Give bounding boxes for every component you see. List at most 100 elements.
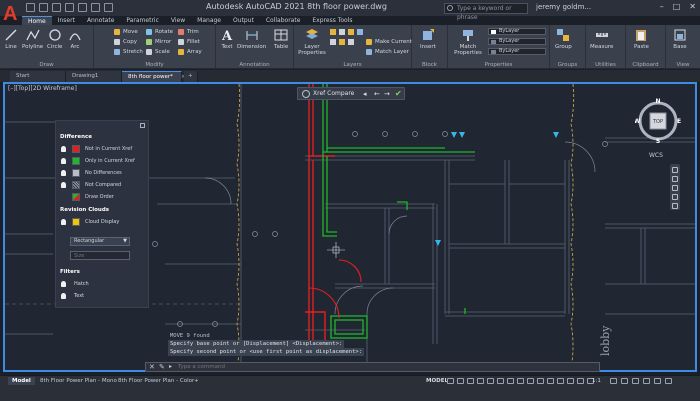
zoom-icon[interactable] (672, 176, 678, 182)
snap-icon[interactable] (457, 378, 464, 384)
lightbulb-icon[interactable] (61, 146, 66, 152)
color-swatch-yellow[interactable] (72, 218, 80, 226)
line-button[interactable]: Line (4, 28, 18, 50)
model-space-toggle[interactable]: MODEL (426, 378, 448, 384)
tab-annotate[interactable]: Annotate (81, 16, 120, 25)
group-button[interactable]: Group (555, 28, 572, 50)
paste-button[interactable]: Paste (634, 28, 649, 50)
redo-icon[interactable] (104, 3, 113, 12)
wrench-icon[interactable]: ✎ (159, 363, 165, 371)
grid-icon[interactable] (447, 378, 454, 384)
autocad-logo[interactable]: A (3, 3, 23, 25)
plus-icon[interactable] (621, 378, 628, 384)
save-as-icon[interactable] (65, 3, 74, 12)
search-input[interactable]: Type a keyword or phrase (444, 3, 528, 21)
lightbulb-icon[interactable] (61, 293, 66, 299)
base-button[interactable]: Base (673, 28, 687, 50)
draw-order-icon[interactable] (72, 193, 80, 201)
open-file-icon[interactable] (39, 3, 48, 12)
arrow-left-icon[interactable]: ← (374, 90, 380, 98)
viewport-controls-label[interactable]: [–][Top][2D Wireframe] (8, 85, 77, 92)
previous-change-icon[interactable]: ◂ (363, 90, 367, 98)
color-swatch-red[interactable] (72, 145, 80, 153)
dimension-button[interactable]: Dimension (237, 28, 266, 50)
pin-icon[interactable] (140, 123, 145, 128)
lineweight-icon[interactable] (517, 378, 524, 384)
auto-scale-icon[interactable] (557, 378, 564, 384)
tab-collaborate[interactable]: Collaborate (260, 16, 307, 25)
tab-home[interactable]: Home (22, 16, 52, 25)
ortho-icon[interactable] (467, 378, 474, 384)
hardware-acceleration-icon[interactable] (643, 378, 650, 384)
gear-icon[interactable] (610, 378, 617, 384)
tab-output[interactable]: Output (227, 16, 260, 25)
compass-w[interactable]: W (635, 118, 641, 125)
arrow-right-icon[interactable]: → (384, 90, 390, 98)
orbit-icon[interactable] (672, 185, 678, 191)
annotation-scale-icon[interactable] (567, 378, 574, 384)
rotate-button[interactable]: Rotate (146, 28, 173, 36)
layer-properties-button[interactable]: Layer Properties (298, 28, 326, 56)
new-file-icon[interactable] (26, 3, 35, 12)
checkmark-icon[interactable]: ✔ (395, 89, 402, 98)
workspace-icon[interactable] (577, 378, 584, 384)
compass-s[interactable]: S (656, 138, 660, 144)
customization-menu-icon[interactable] (665, 378, 672, 384)
minimize-button[interactable]: – (660, 2, 664, 11)
measure-button[interactable]: Measure (590, 28, 613, 50)
doc-tab-8th-floor-power[interactable]: 8th floor power*× (122, 71, 185, 82)
annotation-scale[interactable]: 1:1 (592, 378, 601, 384)
color-swatch-green[interactable] (72, 157, 80, 165)
steering-wheel-icon[interactable] (672, 203, 678, 209)
pan-icon[interactable] (672, 167, 678, 173)
copy-button[interactable]: Copy (114, 38, 137, 46)
close-button[interactable]: ✕ (689, 2, 696, 11)
tab-view[interactable]: View (165, 16, 191, 25)
color-swatch-pattern[interactable] (72, 181, 80, 189)
tab-express-tools[interactable]: Express Tools (306, 16, 358, 25)
add-layout-button[interactable]: + (190, 377, 203, 385)
close-icon[interactable]: ✕ (149, 363, 155, 371)
doc-tab-start[interactable]: Start (10, 71, 66, 82)
doc-tab-drawing1[interactable]: Drawing1 (66, 71, 122, 82)
lightbulb-icon[interactable] (61, 219, 66, 225)
polyline-button[interactable]: Polyline (22, 28, 43, 50)
tab-manage[interactable]: Manage (191, 16, 227, 25)
maximize-button[interactable]: □ (673, 2, 681, 11)
layout-tab-color[interactable]: 8th Floor Power Plan - Color (114, 377, 198, 385)
save-icon[interactable] (52, 3, 61, 12)
color-combo[interactable]: ByLayer (488, 28, 546, 35)
fillet-button[interactable]: Fillet (178, 38, 200, 46)
compare-settings-icon[interactable] (302, 90, 310, 98)
trim-button[interactable]: Trim (178, 28, 199, 36)
undo-icon[interactable] (91, 3, 100, 12)
match-properties-button[interactable]: Match Properties (454, 28, 482, 56)
object-snap-tracking-icon[interactable] (497, 378, 504, 384)
color-swatch-gray[interactable] (72, 169, 80, 177)
circle-button[interactable]: Circle (47, 28, 62, 50)
table-button[interactable]: Table (274, 28, 288, 50)
lightbulb-icon[interactable] (61, 170, 66, 176)
text-button[interactable]: A Text (220, 28, 234, 50)
chevron-right-icon[interactable]: ▸ (169, 363, 172, 371)
polar-icon[interactable] (477, 378, 484, 384)
lightbulb-icon[interactable] (61, 182, 66, 188)
lightbulb-icon[interactable] (61, 158, 66, 164)
command-input[interactable] (178, 363, 578, 371)
match-layer-button[interactable]: Match Layer (366, 48, 409, 56)
object-snap-icon[interactable] (507, 378, 514, 384)
view-cube[interactable]: TOP N E S W (635, 98, 681, 144)
scale-button[interactable]: Scale (146, 48, 170, 56)
wcs-menu[interactable]: WCS (649, 152, 663, 159)
new-doc-tab-button[interactable]: + (184, 71, 198, 82)
print-icon[interactable] (78, 3, 87, 12)
annotation-visibility-icon[interactable] (547, 378, 554, 384)
linetype-combo[interactable]: ByLayer (488, 38, 546, 45)
compass-n[interactable]: N (655, 98, 660, 105)
selection-cycling-icon[interactable] (537, 378, 544, 384)
insert-button[interactable]: Insert (420, 28, 436, 50)
compass-e[interactable]: E (677, 118, 681, 125)
move-button[interactable]: Move (114, 28, 138, 36)
make-current-button[interactable]: Make Current (366, 38, 412, 46)
isodraft-icon[interactable] (487, 378, 494, 384)
